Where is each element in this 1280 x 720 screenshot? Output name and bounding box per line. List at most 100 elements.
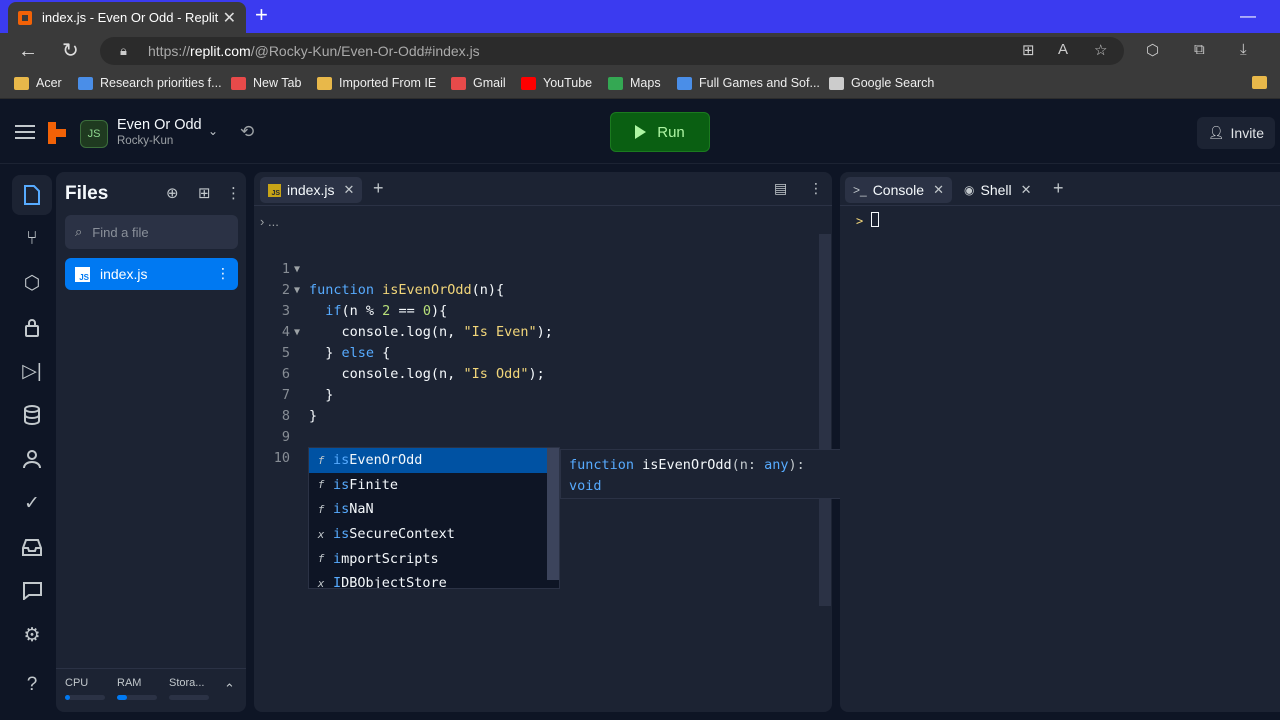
autocomplete-item[interactable]: x I DBObjectStore: [309, 571, 547, 588]
file-item-index-js[interactable]: JS index.js ⋮: [65, 258, 238, 290]
debugger-icon[interactable]: ▷|: [12, 351, 52, 391]
editor-kebab-icon[interactable]: ⋮: [809, 180, 823, 197]
file-kebab-icon[interactable]: ⋮: [216, 265, 230, 282]
bookmark-item[interactable]: YouTube: [521, 76, 592, 90]
browser-tab-bar: index.js - Even Or Odd - Replit ✕ + —: [0, 0, 1280, 33]
packages-icon[interactable]: ⬡: [12, 263, 52, 303]
add-tab-icon[interactable]: +: [373, 178, 384, 199]
ram-label: RAM: [117, 677, 142, 689]
autocomplete-item[interactable]: f i mportScripts: [309, 546, 547, 571]
folder-icon: [317, 76, 332, 90]
terminal-icon: >_: [853, 183, 867, 197]
chevron-down-icon[interactable]: ⌄: [208, 124, 218, 138]
files-title: Files: [65, 183, 109, 204]
bookmark-item[interactable]: Google Search: [829, 76, 934, 90]
database-icon[interactable]: [12, 395, 52, 435]
autocomplete-list[interactable]: x I DBObjectStore f i mportScripts x is SecureCo…: [308, 447, 560, 589]
storage-meter: [169, 695, 209, 700]
globe-icon: [677, 76, 692, 90]
settings-gear-icon[interactable]: ⚙: [12, 615, 52, 655]
bookmark-label: YouTube: [543, 76, 593, 90]
bookmarks-bar: Acer Research priorities f... New Tab Impor…: [0, 69, 1280, 99]
chevron-up-icon[interactable]: ⌃: [224, 681, 235, 697]
code-line: 8: [254, 385, 814, 424]
add-tool-icon[interactable]: +: [1053, 178, 1064, 199]
history-icon[interactable]: ⟲: [240, 122, 254, 142]
close-editor-tab-icon[interactable]: ✕: [343, 182, 354, 198]
autocomplete-item[interactable]: x is SecureContext: [309, 522, 547, 547]
help-icon[interactable]: ?: [12, 665, 52, 705]
collections-icon[interactable]: ⧉: [1194, 41, 1205, 58]
editor-scrollbar[interactable]: [819, 234, 831, 606]
code-line: 6 }: [254, 343, 814, 403]
back-icon[interactable]: ←: [18, 39, 38, 63]
git-icon[interactable]: ⑂: [12, 219, 52, 259]
close-console-tab-icon[interactable]: ✕: [933, 182, 944, 198]
bookmark-item[interactable]: New Tab: [231, 76, 301, 90]
url-prefix: https://: [148, 43, 191, 59]
new-file-icon[interactable]: ⊕: [166, 184, 179, 202]
code-line: 5 console.log(n, "Is Odd");: [254, 322, 814, 382]
files-kebab-icon[interactable]: ⋮: [226, 184, 241, 202]
repl-name[interactable]: Even Or Odd: [117, 117, 202, 133]
google-icon: [231, 76, 246, 90]
bookmark-item[interactable]: Gmail: [451, 76, 506, 90]
bookmark-item[interactable]: Research priorities f...: [78, 76, 222, 90]
downloads-icon[interactable]: ⤓: [1240, 41, 1247, 58]
autocomplete-item[interactable]: f is NaN: [309, 497, 547, 522]
menu-icon[interactable]: [15, 125, 35, 139]
url-field[interactable]: 🔒︎ https://replit.com/@Rocky-Kun/Even-Or…: [100, 37, 1124, 65]
address-bar-row: ← ↻ 🔒︎ https://replit.com/@Rocky-Kun/Eve…: [0, 33, 1280, 69]
check-icon[interactable]: ✓: [12, 483, 52, 523]
breadcrumb[interactable]: › ...: [260, 214, 279, 229]
user-icon[interactable]: [12, 439, 52, 479]
play-icon: [635, 125, 647, 139]
extensions-icon[interactable]: ⬡: [1146, 41, 1159, 59]
breadcrumb-text: ...: [267, 214, 279, 229]
reload-icon[interactable]: ↻: [62, 39, 79, 63]
resources-bar[interactable]: CPU RAM Stora... ⌃: [56, 668, 246, 712]
code-line: 1 ▼ function isEvenOrOdd(n){: [254, 238, 814, 298]
read-aloud-icon[interactable]: A: [1058, 41, 1068, 58]
bookmark-item[interactable]: Maps: [608, 76, 661, 90]
console-cursor[interactable]: [871, 212, 879, 227]
browser-tab[interactable]: index.js - Even Or Odd - Replit ✕: [8, 2, 246, 33]
editor-tab-index-js[interactable]: JS index.js ✕: [260, 177, 363, 203]
file-search-input[interactable]: ⌕ Find a file: [65, 215, 238, 249]
lock-icon[interactable]: [12, 307, 52, 347]
cpu-label: CPU: [65, 677, 89, 689]
replit-logo-icon[interactable]: [46, 122, 68, 144]
bookmark-item[interactable]: Acer: [14, 76, 62, 90]
run-button[interactable]: Run: [610, 112, 710, 152]
close-shell-tab-icon[interactable]: ✕: [1021, 182, 1032, 198]
other-favorites-folder-icon[interactable]: [1252, 76, 1274, 89]
bookmark-item[interactable]: Full Games and Sof...: [677, 76, 820, 90]
code-line: 2 ▼ if(n % 2 == 0){: [254, 259, 814, 319]
tab-shell[interactable]: ◉ Shell ✕: [956, 177, 1040, 203]
format-icon[interactable]: ▤: [774, 180, 787, 197]
tab-console[interactable]: >_ Console ✕: [845, 177, 952, 203]
autocomplete-signature: function isEvenOrOdd(n: any): void: [560, 449, 858, 499]
doc-icon: [78, 76, 93, 90]
code-line: 7 }: [254, 364, 814, 424]
autocomplete-item[interactable]: f is Finite: [309, 473, 547, 498]
line-number: 10: [273, 450, 290, 466]
breadcrumb-chevron-icon: ›: [260, 214, 265, 229]
minimize-icon[interactable]: —: [1240, 8, 1256, 26]
files-tool-icon[interactable]: [12, 175, 52, 215]
new-folder-icon[interactable]: ⊞: [198, 184, 211, 202]
invite-button[interactable]: 👤︎ Invite: [1197, 117, 1275, 149]
autocomplete-item[interactable]: f is EvenOrOdd: [309, 448, 547, 473]
console-tab-bar: >_ Console ✕ ◉ Shell ✕ +: [840, 172, 1280, 206]
new-tab-button[interactable]: +: [255, 4, 268, 26]
grid-icon[interactable]: ⊞: [1022, 41, 1035, 59]
chat-icon[interactable]: [12, 571, 52, 611]
close-tab-icon[interactable]: ✕: [223, 8, 236, 28]
storage-label: Stora...: [169, 677, 205, 689]
inbox-icon[interactable]: [12, 527, 52, 567]
favorite-icon[interactable]: ☆: [1094, 41, 1107, 59]
autocomplete-scrollbar[interactable]: [547, 448, 559, 580]
bookmark-item[interactable]: Imported From IE: [317, 76, 436, 90]
js-file-icon: JS: [268, 183, 281, 197]
bookmark-label: Maps: [630, 76, 661, 90]
